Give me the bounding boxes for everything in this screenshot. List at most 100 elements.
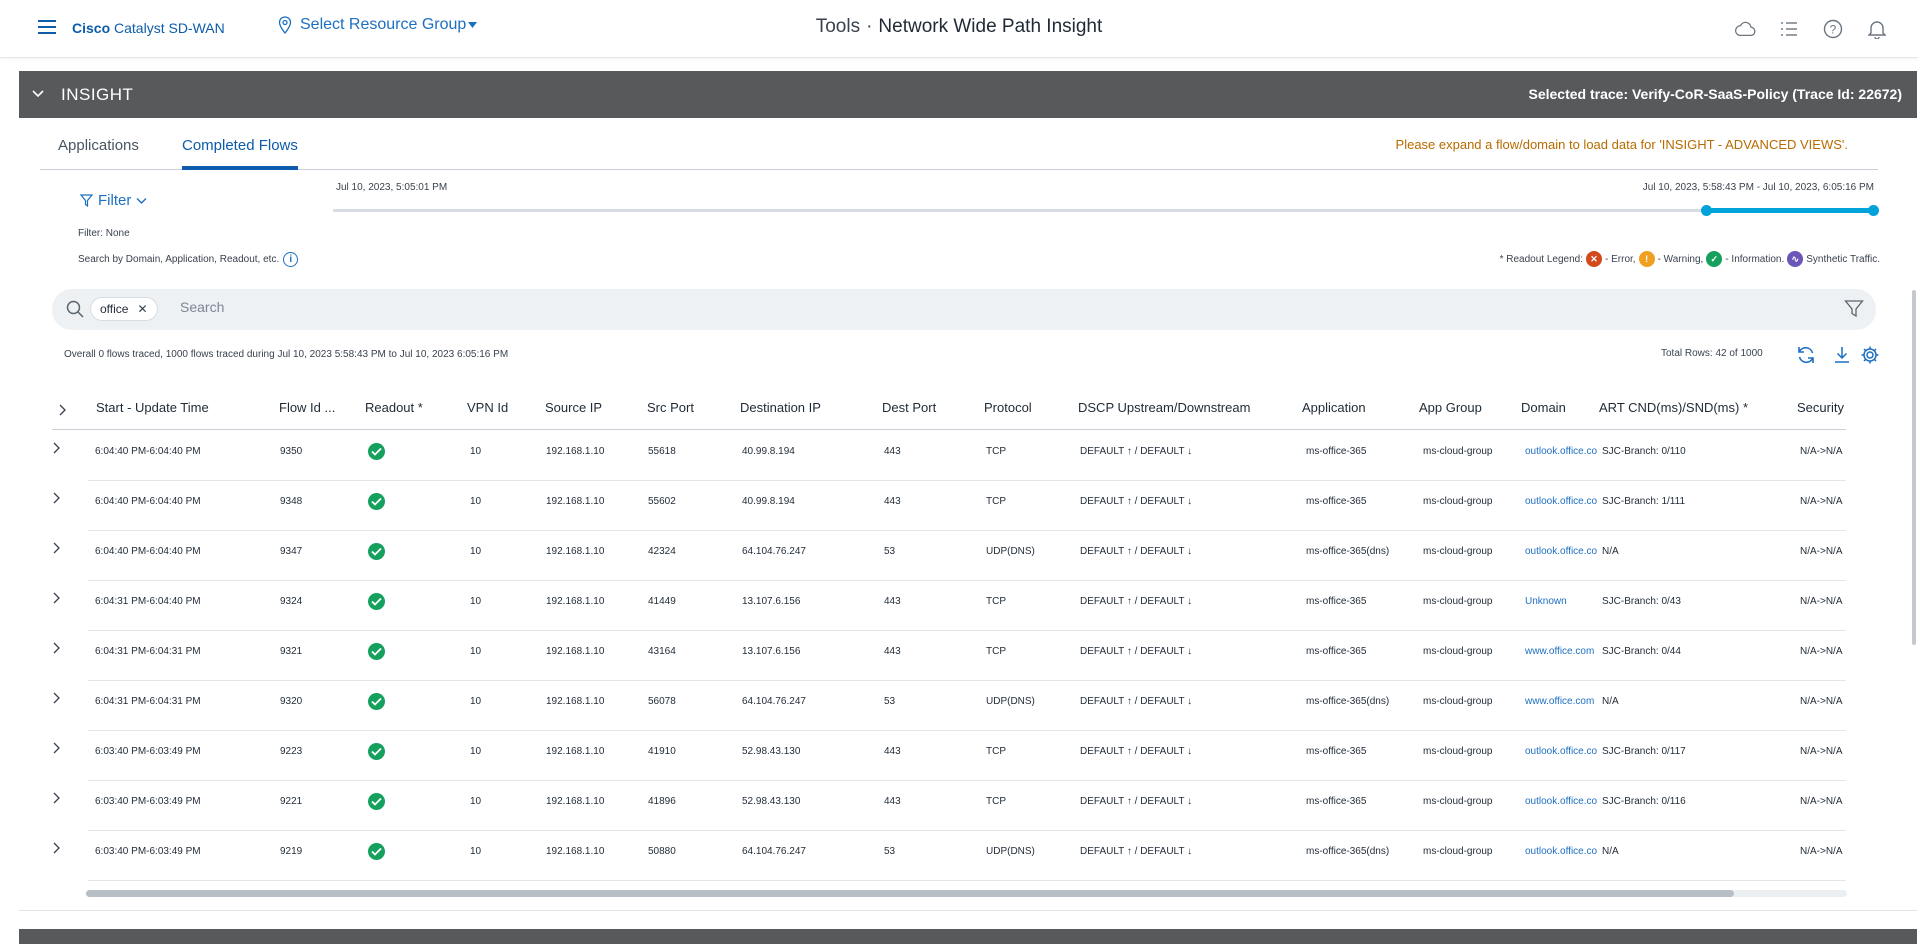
table-row[interactable]: 6:04:31 PM-6:04:31 PM 9321 10 192.168.1.10 4…	[53, 631, 1846, 681]
cell-art: N/A	[1602, 846, 1619, 857]
cell-application: ms-office-365	[1306, 496, 1367, 507]
notification-bell-icon[interactable]	[1866, 18, 1888, 40]
header-actions: ?	[1734, 18, 1888, 40]
readout-information-icon[interactable]	[368, 743, 385, 760]
col-start-update-time[interactable]: Start - Update Time	[96, 400, 209, 415]
cell-src-port: 42324	[648, 546, 676, 557]
readout-information-icon[interactable]	[368, 693, 385, 710]
search-filter-chip: office ✕	[90, 297, 158, 321]
cell-domain[interactable]: Unknown	[1525, 596, 1597, 607]
page-title-section: Tools	[815, 16, 861, 37]
info-icon[interactable]: i	[283, 252, 299, 267]
col-app-group[interactable]: App Group	[1419, 400, 1482, 415]
filter-status: Filter: None	[78, 228, 130, 239]
col-flow-id[interactable]: Flow Id ...	[279, 400, 335, 415]
legend-synthetic: Synthetic Traffic.	[1806, 253, 1880, 265]
task-list-icon[interactable]	[1778, 18, 1800, 40]
col-vpn-id[interactable]: VPN Id	[467, 400, 508, 415]
cell-domain[interactable]: www.office.com	[1525, 696, 1597, 707]
synthetic-traffic-icon: ∿	[1787, 251, 1804, 267]
readout-information-icon[interactable]	[368, 543, 385, 560]
readout-information-icon[interactable]	[368, 443, 385, 460]
col-security[interactable]: Security	[1797, 400, 1844, 415]
cell-time: 6:04:31 PM-6:04:31 PM	[95, 646, 201, 657]
filter-button[interactable]: Filter	[80, 192, 147, 209]
readout-information-icon[interactable]	[368, 593, 385, 610]
tab-bar: Applications Completed Flows Please expa…	[40, 133, 1878, 170]
row-expand-chevron-icon[interactable]	[52, 441, 62, 455]
advanced-views-section-header	[19, 929, 1917, 944]
table-row[interactable]: 6:04:31 PM-6:04:40 PM 9324 10 192.168.1.10 4…	[53, 581, 1846, 631]
search-hint: Search by Domain, Application, Readout, …	[78, 252, 299, 267]
table-row[interactable]: 6:03:40 PM-6:03:49 PM 9219 10 192.168.1.10 5…	[53, 831, 1846, 881]
col-readout[interactable]: Readout *	[365, 400, 423, 415]
row-expand-chevron-icon[interactable]	[52, 691, 62, 705]
cell-domain[interactable]: outlook.office.com	[1525, 546, 1597, 557]
cell-src-port: 41910	[648, 746, 676, 757]
cell-app-group: ms-cloud-group	[1423, 696, 1493, 707]
col-destination-ip[interactable]: Destination IP	[740, 400, 821, 415]
cell-domain[interactable]: outlook.office.com	[1525, 446, 1597, 457]
col-src-port[interactable]: Src Port	[647, 400, 694, 415]
row-expand-chevron-icon[interactable]	[52, 841, 62, 855]
search-input[interactable]	[180, 299, 1680, 315]
cell-src-port: 41449	[648, 596, 676, 607]
cell-security: N/A->N/A	[1800, 646, 1843, 657]
cloud-icon[interactable]	[1734, 18, 1756, 40]
col-dscp[interactable]: DSCP Upstream/Downstream	[1078, 400, 1250, 415]
vertical-scrollbar[interactable]	[1912, 290, 1916, 645]
download-icon[interactable]	[1834, 346, 1850, 364]
filter-icon	[80, 194, 93, 207]
cell-domain[interactable]: www.office.com	[1525, 646, 1597, 657]
advanced-filter-icon[interactable]	[1844, 299, 1864, 319]
collapse-chevron-icon[interactable]	[31, 85, 45, 103]
horizontal-scrollbar[interactable]	[86, 890, 1847, 897]
table-row[interactable]: 6:04:40 PM-6:04:40 PM 9348 10 192.168.1.10 5…	[53, 481, 1846, 531]
cell-application: ms-office-365(dns)	[1306, 546, 1390, 557]
timeline-end-handle[interactable]	[1868, 205, 1879, 216]
row-expand-chevron-icon[interactable]	[52, 491, 62, 505]
expand-all-chevron-icon[interactable]	[58, 403, 68, 417]
readout-information-icon[interactable]	[368, 793, 385, 810]
timeline-track[interactable]	[333, 209, 1873, 212]
col-protocol[interactable]: Protocol	[984, 400, 1032, 415]
col-art[interactable]: ART CND(ms)/SND(ms) *	[1599, 400, 1748, 415]
cell-protocol: UDP(DNS)	[986, 546, 1035, 557]
row-expand-chevron-icon[interactable]	[52, 741, 62, 755]
table-row[interactable]: 6:04:40 PM-6:04:40 PM 9347 10 192.168.1.10 4…	[53, 531, 1846, 581]
tab-completed-flows[interactable]: Completed Flows	[182, 137, 298, 170]
col-domain[interactable]: Domain	[1521, 400, 1566, 415]
readout-information-icon[interactable]	[368, 643, 385, 660]
cell-domain[interactable]: outlook.office.com	[1525, 846, 1597, 857]
row-expand-chevron-icon[interactable]	[52, 641, 62, 655]
col-application[interactable]: Application	[1302, 400, 1366, 415]
timeline-start-handle[interactable]	[1701, 205, 1712, 216]
row-expand-chevron-icon[interactable]	[52, 791, 62, 805]
table-row[interactable]: 6:03:40 PM-6:03:49 PM 9223 10 192.168.1.10 4…	[53, 731, 1846, 781]
chip-remove-icon[interactable]: ✕	[137, 302, 147, 316]
cell-domain[interactable]: outlook.office.com	[1525, 496, 1597, 507]
tab-applications[interactable]: Applications	[58, 137, 139, 166]
horizontal-scroll-thumb[interactable]	[86, 890, 1734, 897]
settings-gear-icon[interactable]	[1860, 345, 1880, 365]
cell-domain[interactable]: outlook.office.com	[1525, 746, 1597, 757]
help-icon[interactable]: ?	[1822, 18, 1844, 40]
col-source-ip[interactable]: Source IP	[545, 400, 602, 415]
readout-information-icon[interactable]	[368, 843, 385, 860]
cell-domain[interactable]: outlook.office.com	[1525, 796, 1597, 807]
row-expand-chevron-icon[interactable]	[52, 541, 62, 555]
cell-dest-port: 443	[884, 446, 901, 457]
cell-source-ip: 192.168.1.10	[546, 846, 605, 857]
table-row[interactable]: 6:03:40 PM-6:03:49 PM 9221 10 192.168.1.10 4…	[53, 781, 1846, 831]
table-row[interactable]: 6:04:31 PM-6:04:31 PM 9320 10 192.168.1.10 5…	[53, 681, 1846, 731]
cell-source-ip: 192.168.1.10	[546, 796, 605, 807]
table-row[interactable]: 6:04:40 PM-6:04:40 PM 9350 10 192.168.1.10 5…	[53, 431, 1846, 481]
readout-information-icon[interactable]	[368, 493, 385, 510]
refresh-icon[interactable]	[1796, 345, 1816, 365]
cell-source-ip: 192.168.1.10	[546, 446, 605, 457]
cell-destination-ip: 64.104.76.247	[742, 696, 806, 707]
cell-time: 6:04:40 PM-6:04:40 PM	[95, 496, 201, 507]
row-expand-chevron-icon[interactable]	[52, 591, 62, 605]
col-dest-port[interactable]: Dest Port	[882, 400, 936, 415]
cell-flow-id: 9219	[280, 846, 303, 857]
